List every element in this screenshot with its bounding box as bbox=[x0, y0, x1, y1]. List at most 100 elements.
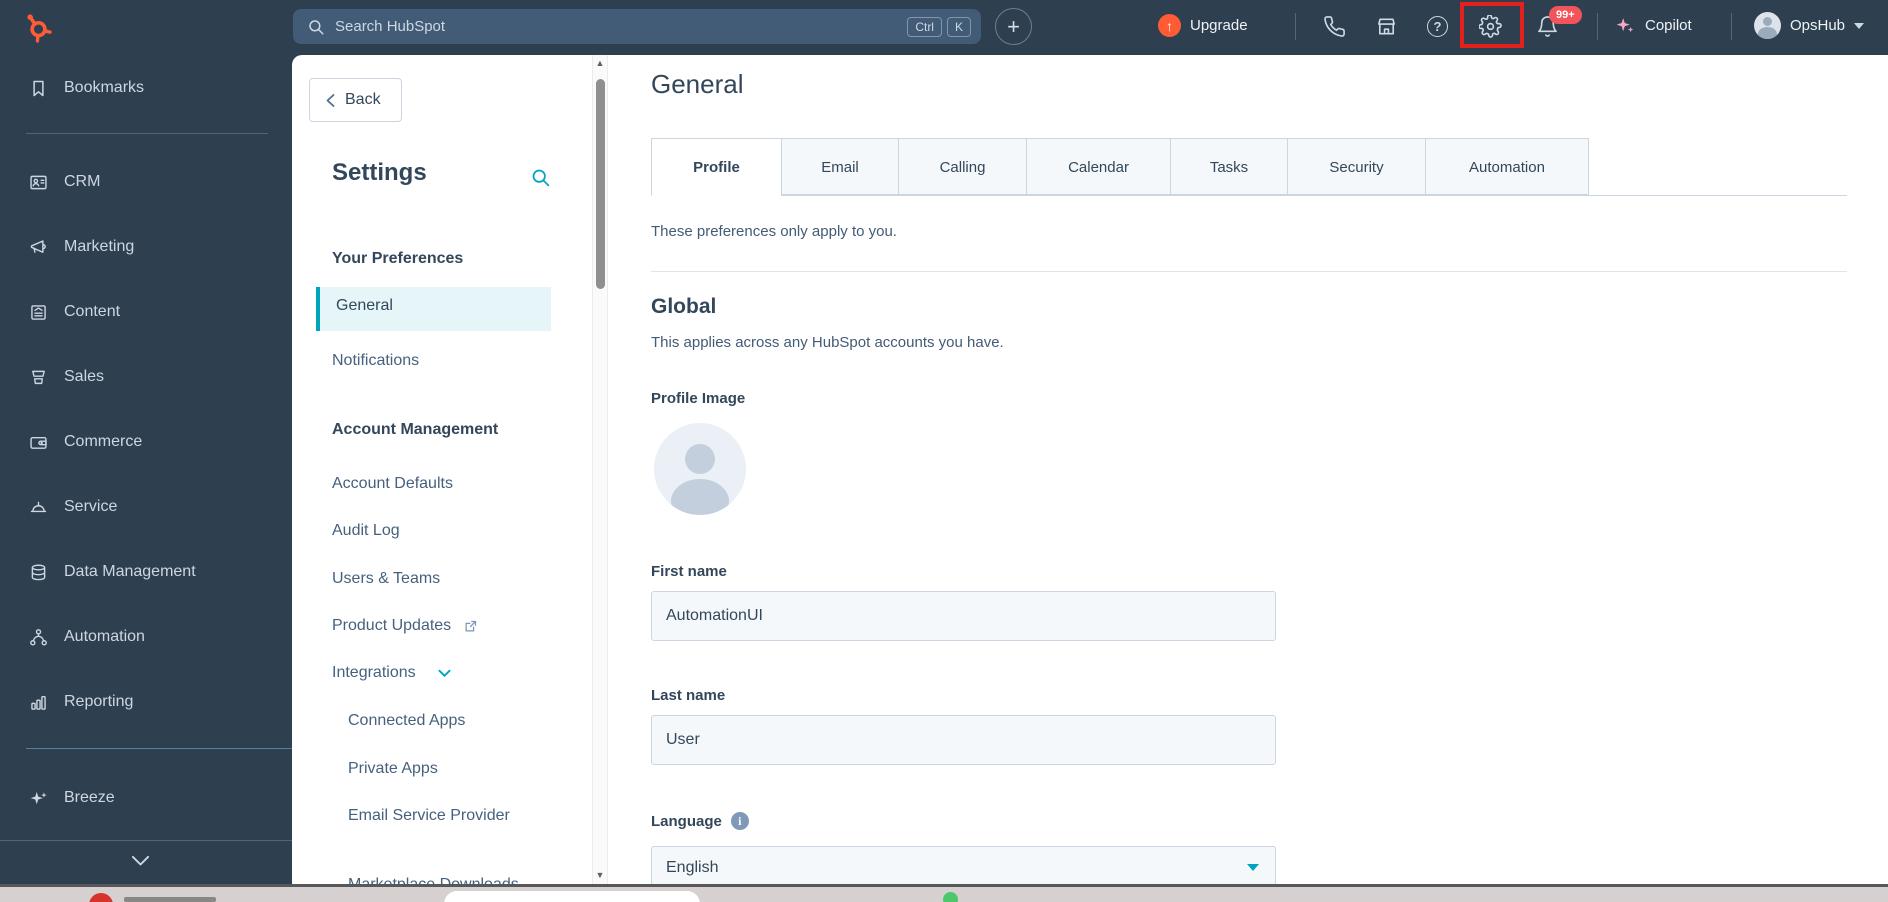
notification-count-badge[interactable]: 99+ bbox=[1549, 6, 1582, 24]
scroll-up-icon[interactable]: ▲ bbox=[593, 58, 607, 68]
tab-security[interactable]: Security bbox=[1287, 138, 1425, 195]
settings-sheet: Back Settings Your Preferences General N… bbox=[292, 55, 1888, 884]
sidebar-item-crm[interactable]: CRM bbox=[28, 162, 100, 202]
tab-profile[interactable]: Profile bbox=[651, 138, 781, 196]
settings-nav-item-integrations[interactable]: Integrations bbox=[332, 657, 451, 689]
k-key-badge: K bbox=[947, 17, 971, 37]
tab-calling[interactable]: Calling bbox=[898, 138, 1026, 195]
language-row: Language i bbox=[651, 812, 749, 830]
settings-gear-icon[interactable] bbox=[1479, 15, 1502, 38]
settings-nav-item-general[interactable]: General bbox=[316, 287, 551, 331]
sidebar-item-label: Bookmarks bbox=[64, 79, 144, 97]
sidebar-item-bookmarks[interactable]: Bookmarks bbox=[28, 68, 144, 108]
bookmark-icon bbox=[28, 78, 49, 99]
top-bar: Ctrl K + ↑ Upgrade ? bbox=[0, 0, 1888, 53]
bottom-edge-strip bbox=[0, 884, 1888, 902]
preferences-note: These preferences only apply to you. bbox=[651, 223, 897, 240]
sidebar-item-reporting[interactable]: Reporting bbox=[28, 682, 133, 722]
settings-nav-item-email-service-provider[interactable]: Email Service Provider bbox=[348, 800, 510, 832]
database-icon bbox=[28, 562, 49, 583]
scrollbar-thumb[interactable] bbox=[596, 79, 605, 289]
language-label: Language bbox=[651, 813, 722, 830]
info-icon[interactable]: i bbox=[731, 812, 749, 830]
sidebar-collapse-chevron-icon[interactable] bbox=[131, 853, 150, 865]
sidebar-divider bbox=[0, 840, 292, 841]
upgrade-label: Upgrade bbox=[1190, 17, 1248, 34]
sidebar-item-automation[interactable]: Automation bbox=[28, 617, 145, 657]
settings-nav-title: Settings bbox=[332, 159, 427, 187]
funnel-icon bbox=[28, 367, 49, 388]
first-name-field[interactable] bbox=[651, 591, 1276, 641]
topbar-divider bbox=[1597, 13, 1598, 40]
tab-automation[interactable]: Automation bbox=[1425, 138, 1589, 195]
tab-email[interactable]: Email bbox=[781, 138, 898, 195]
bar-chart-icon bbox=[28, 692, 49, 713]
settings-nav-item-private-apps[interactable]: Private Apps bbox=[348, 753, 438, 785]
search-icon bbox=[307, 18, 325, 36]
back-button[interactable]: Back bbox=[309, 78, 402, 122]
sidebar-item-label: Marketing bbox=[64, 238, 134, 256]
sidebar-item-label: Reporting bbox=[64, 693, 133, 711]
sidebar-item-label: Service bbox=[64, 498, 117, 516]
settings-nav-item-product-updates[interactable]: Product Updates bbox=[332, 610, 478, 642]
language-select[interactable]: English bbox=[651, 846, 1276, 884]
global-search: Ctrl K bbox=[293, 9, 981, 44]
calling-phone-icon[interactable] bbox=[1323, 15, 1346, 38]
page-title: General bbox=[651, 69, 744, 100]
sidebar-item-sales[interactable]: Sales bbox=[28, 357, 104, 397]
copilot-label: Copilot bbox=[1645, 17, 1692, 34]
upgrade-button[interactable]: ↑ Upgrade bbox=[1158, 14, 1248, 37]
settings-search-icon[interactable] bbox=[530, 167, 551, 188]
profile-image-label: Profile Image bbox=[651, 390, 745, 407]
chevron-down-icon bbox=[1854, 23, 1864, 29]
wallet-icon bbox=[28, 432, 49, 453]
create-button[interactable]: + bbox=[995, 8, 1032, 45]
settings-nav-item-label: Product Updates bbox=[332, 617, 451, 635]
document-icon bbox=[28, 302, 49, 323]
settings-nav-item-audit-log[interactable]: Audit Log bbox=[332, 515, 400, 547]
settings-nav-scrollbar[interactable]: ▲ ▼ bbox=[592, 55, 608, 884]
sidebar-divider bbox=[26, 748, 292, 749]
settings-nav-item-connected-apps[interactable]: Connected Apps bbox=[348, 705, 465, 737]
tab-calendar[interactable]: Calendar bbox=[1026, 138, 1170, 195]
global-heading: Global bbox=[651, 295, 716, 319]
settings-nav-item-notifications[interactable]: Notifications bbox=[332, 345, 419, 377]
service-bell-icon bbox=[28, 497, 49, 518]
settings-nav-item-account-defaults[interactable]: Account Defaults bbox=[332, 468, 453, 500]
account-menu[interactable]: OpsHub bbox=[1754, 12, 1864, 39]
sidebar-item-commerce[interactable]: Commerce bbox=[28, 422, 142, 462]
profile-image-placeholder[interactable] bbox=[654, 423, 746, 515]
copilot-button[interactable]: Copilot bbox=[1614, 15, 1692, 36]
sidebar-item-service[interactable]: Service bbox=[28, 487, 117, 527]
sidebar-item-label: Automation bbox=[64, 628, 145, 646]
copilot-sparkle-icon bbox=[1614, 15, 1635, 36]
sidebar-item-label: Commerce bbox=[64, 433, 142, 451]
search-input[interactable] bbox=[335, 18, 902, 35]
help-icon[interactable]: ? bbox=[1427, 16, 1448, 37]
global-subtext: This applies across any HubSpot accounts… bbox=[651, 334, 1004, 351]
chevron-down-icon bbox=[438, 669, 451, 678]
settings-nav-item-users-teams[interactable]: Users & Teams bbox=[332, 563, 440, 595]
workflow-icon bbox=[28, 627, 49, 648]
scroll-down-icon[interactable]: ▼ bbox=[593, 870, 607, 880]
sidebar-item-label: Content bbox=[64, 303, 120, 321]
section-header-your-preferences: Your Preferences bbox=[332, 250, 463, 268]
cutoff-red-icon bbox=[89, 893, 113, 902]
sidebar-item-breeze[interactable]: Breeze bbox=[28, 778, 115, 818]
sidebar-item-content[interactable]: Content bbox=[28, 292, 120, 332]
language-value: English bbox=[666, 859, 718, 877]
hubspot-logo-icon[interactable] bbox=[20, 10, 54, 44]
sidebar-item-label: Breeze bbox=[64, 789, 115, 807]
tab-tasks[interactable]: Tasks bbox=[1170, 138, 1287, 195]
last-name-field[interactable] bbox=[651, 715, 1276, 765]
topbar-divider bbox=[1731, 13, 1732, 40]
settings-nav-item-label: Integrations bbox=[332, 664, 416, 682]
section-header-account-management: Account Management bbox=[332, 421, 498, 439]
last-name-label: Last name bbox=[651, 687, 725, 704]
sidebar-item-marketing[interactable]: Marketing bbox=[28, 227, 134, 267]
preferences-tabs: Profile Email Calling Calendar Tasks Sec… bbox=[651, 138, 1847, 196]
settings-nav-item-marketplace-downloads[interactable]: Marketplace Downloads bbox=[348, 869, 519, 884]
sidebar-item-data-management[interactable]: Data Management bbox=[28, 552, 196, 592]
content-divider bbox=[651, 271, 1847, 272]
marketplace-icon[interactable] bbox=[1375, 15, 1398, 38]
